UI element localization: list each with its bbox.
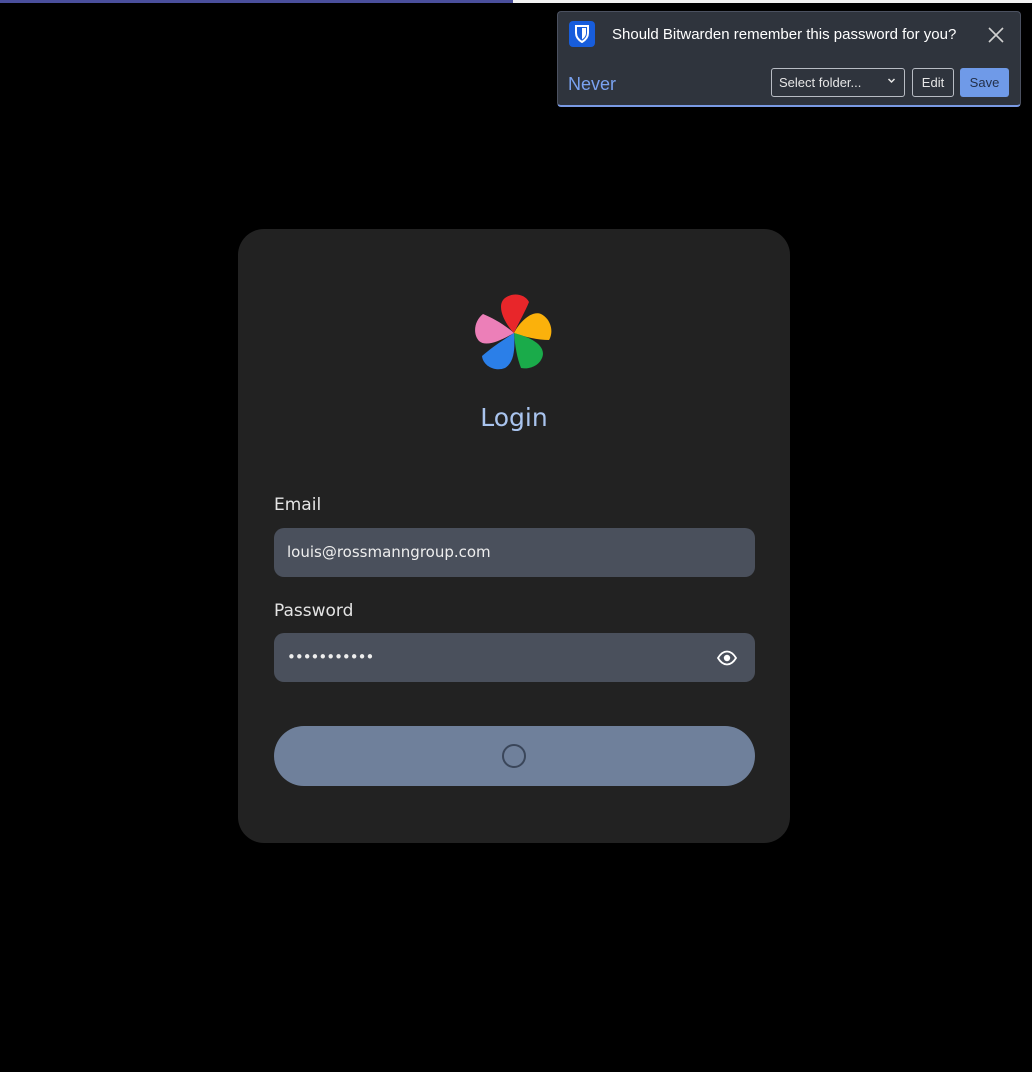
login-submit-button[interactable] — [274, 726, 755, 786]
bitwarden-notification-bar: Should Bitwarden remember this password … — [557, 11, 1021, 107]
close-icon[interactable] — [987, 26, 1005, 44]
page-load-progress-fill — [0, 0, 513, 3]
loading-spinner-icon — [502, 744, 526, 768]
never-button[interactable]: Never — [568, 74, 616, 95]
eye-icon[interactable] — [716, 647, 738, 669]
bitwarden-shield-icon — [569, 21, 595, 47]
login-card: Login Email louis@rossmanngroup.com Pass… — [238, 229, 790, 843]
folder-select-value: Select folder... — [779, 75, 862, 90]
save-password-question: Should Bitwarden remember this password … — [612, 26, 957, 43]
flower-logo-icon — [475, 294, 552, 370]
chevron-down-icon — [887, 78, 896, 84]
edit-button[interactable]: Edit — [912, 68, 954, 97]
save-button[interactable]: Save — [960, 68, 1009, 97]
email-field-value: louis@rossmanngroup.com — [287, 543, 491, 561]
page-load-progress — [0, 0, 1032, 3]
page-title: Login — [480, 403, 548, 432]
password-label: Password — [274, 601, 354, 621]
password-field-value: ••••••••••• — [287, 648, 374, 666]
folder-select[interactable]: Select folder... — [771, 68, 905, 97]
email-label: Email — [274, 495, 322, 515]
email-field[interactable]: louis@rossmanngroup.com — [274, 528, 755, 577]
password-field[interactable]: ••••••••••• — [274, 633, 755, 682]
browser-viewport: Should Bitwarden remember this password … — [0, 0, 1032, 1072]
